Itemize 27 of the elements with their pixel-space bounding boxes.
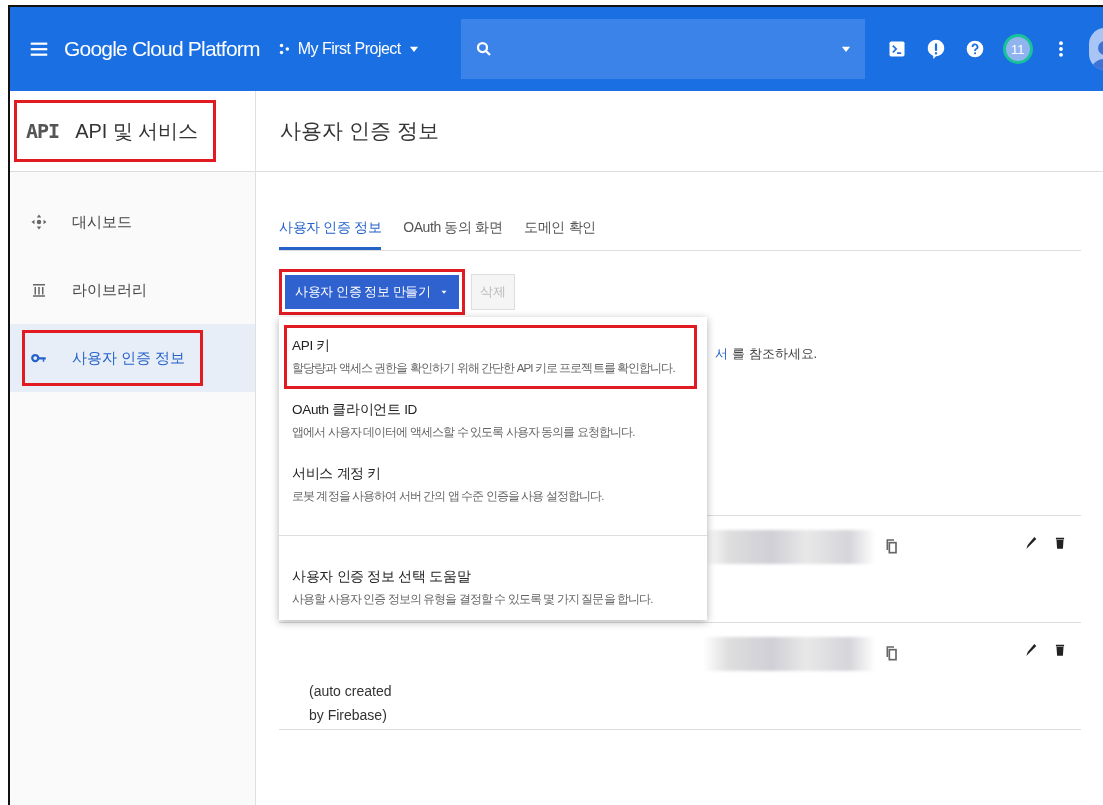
menu-item[interactable]: 서비스 계정 키 로봇 계정을 사용하여 서버 간의 앱 수준 인증을 사용 설정합니다. (284, 453, 697, 517)
sidebar-item[interactable]: 대시보드 (10, 188, 255, 256)
tab[interactable]: OAuth 동의 화면 (403, 207, 503, 250)
brand-title: Google Cloud Platform (64, 37, 260, 61)
menu-item[interactable]: API 키 할당량과 액세스 권한을 확인하기 위해 간단한 API 키로 프로젝트를 확인합니다. (284, 325, 697, 389)
docs-link[interactable]: 서 (715, 345, 728, 363)
menu-item-description: 앱에서 사용자 데이터에 액세스할 수 있도록 사용자 동의를 요청합니다. (292, 425, 635, 440)
menu-item-title: API 키 (292, 337, 331, 355)
menu-item-description: 사용할 사용자 인증 정보의 유형을 결정할 수 있도록 몇 가지 질문을 합니다. (292, 592, 653, 607)
sidebar-item[interactable]: 라이브러리 (10, 256, 255, 324)
menu-item-title: 서비스 계정 키 (292, 465, 383, 483)
tab[interactable]: 사용자 인증 정보 (279, 207, 382, 250)
menu-item[interactable]: 사용자 인증 정보 선택 도움말 사용할 사용자 인증 정보의 유형을 결정할 수 있도록 몇 가지 질문을 합니다. (284, 556, 697, 620)
menu-item-description: 로봇 계정을 사용하여 서버 간의 앱 수준 인증을 사용 설정합니다. (292, 489, 604, 504)
project-selector[interactable]: My First Project (277, 40, 421, 58)
menu-item-title: 사용자 인증 정보 선택 도움말 (292, 568, 472, 586)
create-credentials-button[interactable]: 사용자 인증 정보 만들기 (285, 275, 459, 309)
section-title: API 및 서비스 (75, 118, 199, 144)
key-name: (auto created by Firebase) (309, 683, 392, 723)
menu-item-title: OAuth 클라이언트 ID (292, 401, 419, 419)
tab[interactable]: 도메인 확인 (524, 207, 596, 250)
sidebar-item[interactable]: 사용자 인증 정보 (10, 324, 255, 392)
menu-item[interactable]: OAuth 클라이언트 ID 앱에서 사용자 데이터에 액세스할 수 있도록 사용자 동의를 요청합니다. (284, 389, 697, 453)
menu-item-description: 할당량과 액세스 권한을 확인하기 위해 간단한 API 키로 프로젝트를 확인합니다. (292, 361, 675, 376)
api-logo: API (26, 119, 60, 143)
page-title: 사용자 인증 정보 (280, 118, 439, 144)
note-text: 를 참조하세요. (732, 345, 818, 363)
